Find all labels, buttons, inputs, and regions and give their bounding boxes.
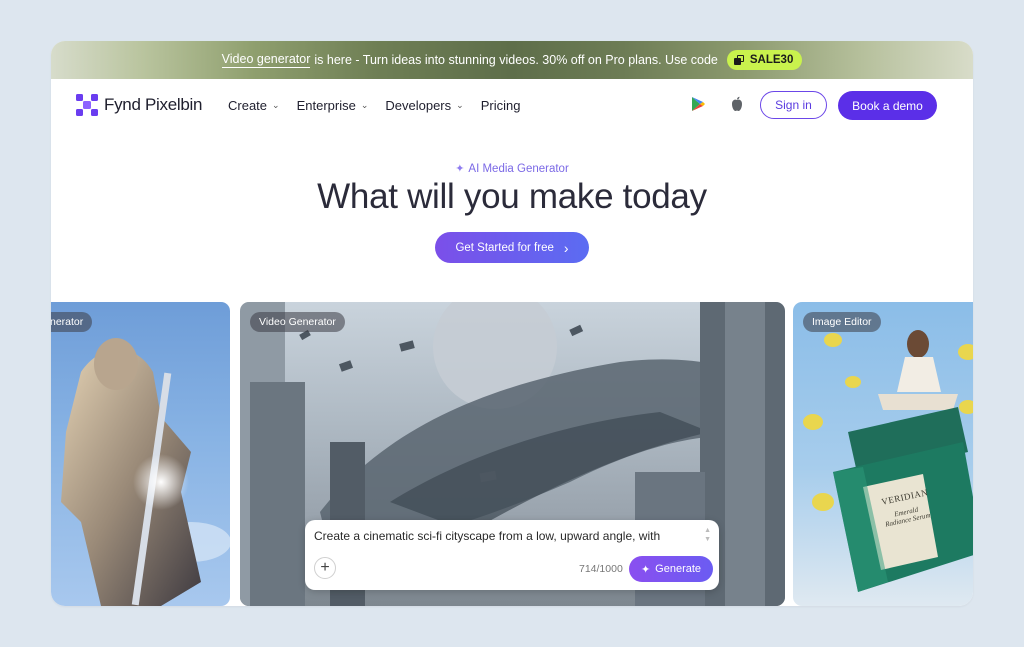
- apple-icon[interactable]: [730, 96, 744, 112]
- get-started-label: Get Started for free: [455, 241, 554, 254]
- menu-pricing[interactable]: Pricing: [481, 98, 521, 113]
- scroll-arrows-icon[interactable]: ▲ ▼: [704, 526, 711, 544]
- generate-button[interactable]: ✦ Generate: [629, 556, 713, 582]
- menu-create[interactable]: Create ⌄: [228, 98, 280, 113]
- prompt-box: Create a cinematic sci-fi cityscape from…: [305, 520, 719, 590]
- card-label: nerator: [51, 312, 93, 332]
- image-editor-card[interactable]: Image Editor VERIDIAN Emerald Radiance S…: [793, 302, 973, 606]
- book-demo-button[interactable]: Book a demo: [838, 91, 937, 120]
- plus-icon: +: [320, 559, 330, 576]
- generate-label: Generate: [655, 563, 702, 575]
- chevron-right-icon: ›: [563, 239, 569, 256]
- character-count: 714/1000: [579, 563, 623, 575]
- sparkle-icon: ✦: [455, 163, 465, 175]
- menu-developers[interactable]: Developers ⌄: [385, 98, 463, 113]
- serum-jar-illustration: [803, 330, 973, 592]
- logo-text: Fynd Pixelbin: [104, 95, 203, 114]
- pixelbin-logo-icon: [76, 94, 98, 116]
- video-generator-link[interactable]: Video generator: [221, 52, 311, 68]
- menu-enterprise[interactable]: Enterprise ⌄: [297, 98, 369, 113]
- add-attachment-button[interactable]: +: [314, 557, 336, 579]
- card-label: Video Generator: [250, 312, 345, 332]
- logo[interactable]: Fynd Pixelbin: [75, 93, 202, 117]
- hero-eyebrow: ✦ AI Media Generator: [51, 162, 973, 176]
- menu-create-label: Create: [228, 98, 268, 113]
- hero-eyebrow-text: AI Media Generator: [468, 162, 569, 175]
- menu-enterprise-label: Enterprise: [296, 98, 356, 113]
- menu-pricing-label: Pricing: [480, 98, 521, 113]
- promo-message: is here - Turn ideas into stunning video…: [314, 53, 718, 67]
- promo-banner: Video generator is here - Turn ideas int…: [51, 41, 973, 79]
- browser-frame: Video generator is here - Turn ideas int…: [51, 41, 973, 606]
- image-generator-card[interactable]: nerator: [51, 302, 230, 606]
- main-menu: Create ⌄ Enterprise ⌄ Developers ⌄ Prici…: [228, 98, 520, 113]
- tag-icon: [733, 54, 745, 66]
- chevron-down-icon: ⌄: [456, 100, 464, 110]
- card-label: Image Editor: [803, 312, 881, 332]
- prompt-input[interactable]: Create a cinematic sci-fi cityscape from…: [314, 529, 660, 543]
- top-nav: Fynd Pixelbin Create ⌄ Enterprise ⌄ Deve…: [51, 79, 973, 131]
- chevron-down-icon: ⌄: [360, 100, 369, 110]
- google-play-icon[interactable]: [691, 96, 706, 112]
- page-title: What will you make today: [317, 177, 707, 216]
- menu-developers-label: Developers: [385, 98, 452, 113]
- get-started-button[interactable]: Get Started for free ›: [435, 232, 589, 263]
- sign-in-button[interactable]: Sign in: [760, 91, 827, 119]
- promo-code-badge[interactable]: SALE30: [726, 50, 803, 70]
- promo-code: SALE30: [749, 54, 794, 66]
- knight-illustration: [61, 338, 230, 606]
- sparkle-icon: ✦: [640, 563, 651, 576]
- chevron-down-icon: ⌄: [272, 100, 280, 110]
